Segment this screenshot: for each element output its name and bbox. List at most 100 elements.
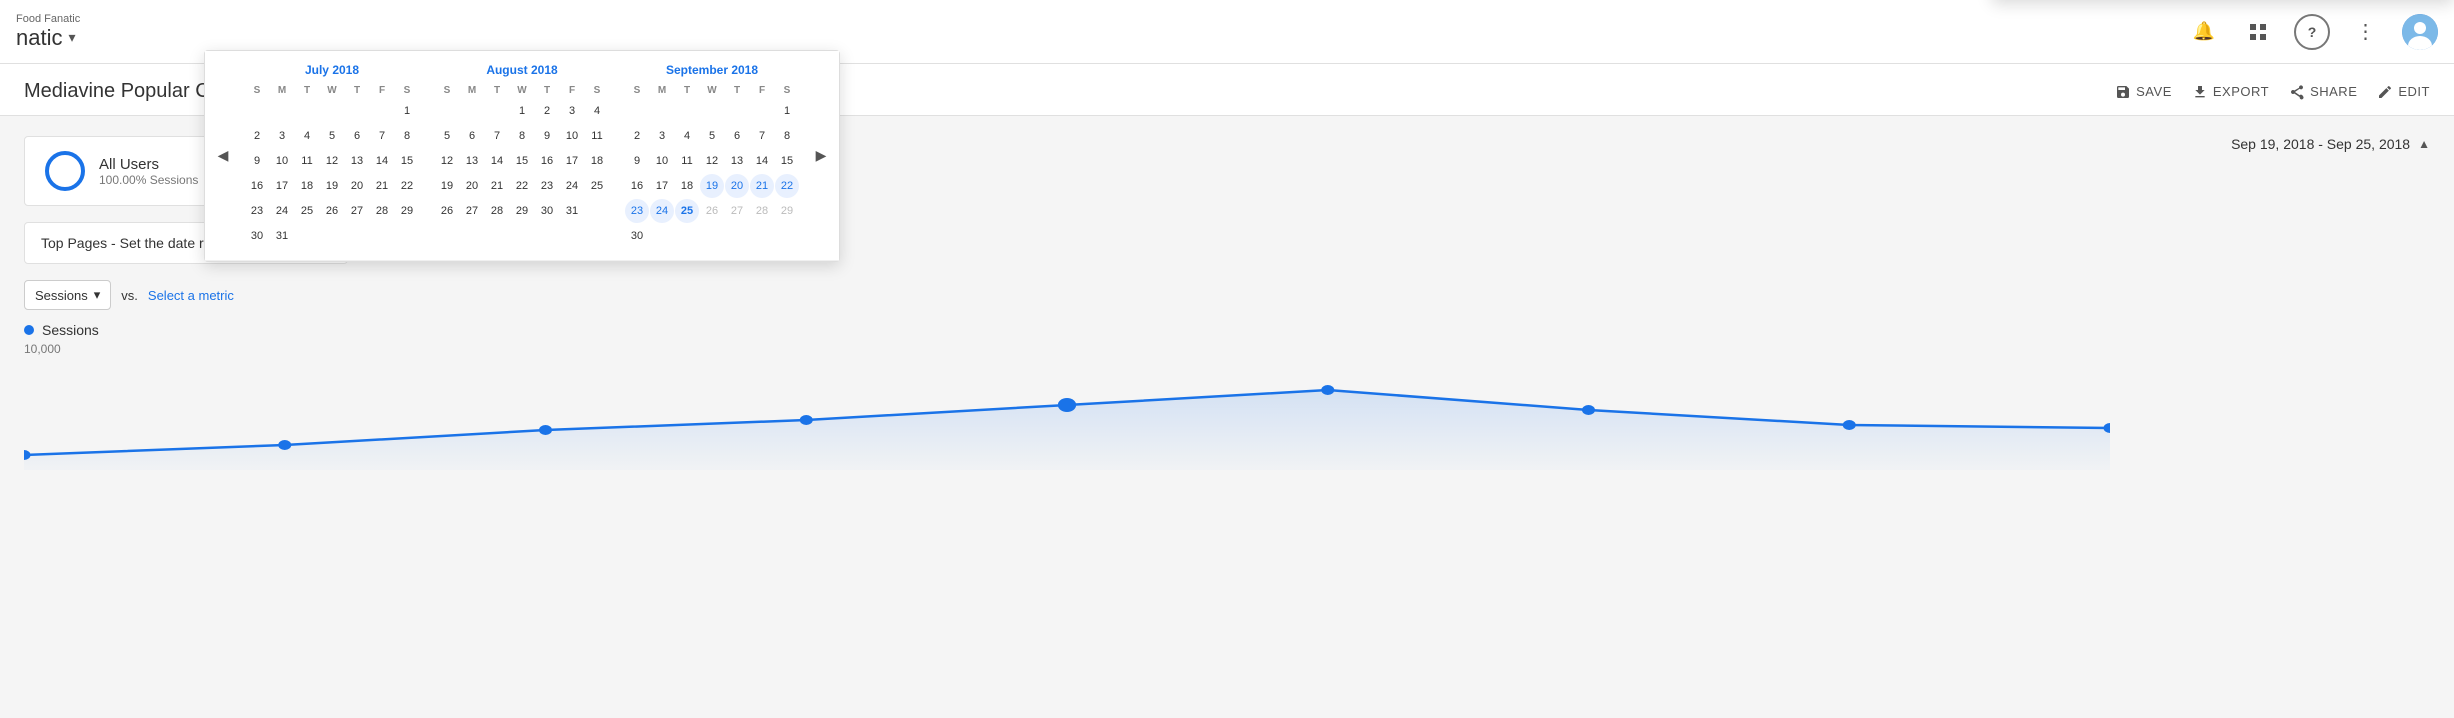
title-dropdown-arrow[interactable]: ▾ [68,29,75,46]
cal-day[interactable]: 12 [700,149,724,173]
cal-day[interactable]: 6 [460,124,484,148]
cal-day[interactable]: 14 [485,149,509,173]
cal-day[interactable]: 15 [510,149,534,173]
cal-day[interactable]: 27 [460,199,484,223]
bell-icon[interactable]: 🔔 [2186,14,2222,50]
cal-day[interactable]: 9 [245,149,269,173]
cal-day[interactable]: 8 [775,124,799,148]
cal-day[interactable]: 2 [535,99,559,123]
cal-day[interactable]: 24 [560,174,584,198]
cal-day[interactable]: 17 [650,174,674,198]
cal-day[interactable]: 10 [560,124,584,148]
cal-day[interactable]: 1 [510,99,534,123]
cal-day[interactable]: 10 [650,149,674,173]
calendar-prev-button[interactable]: ◀ [209,142,237,170]
cal-day[interactable]: 28 [485,199,509,223]
more-icon[interactable]: ⋮ [2348,14,2384,50]
cal-day[interactable]: 14 [370,149,394,173]
cal-day[interactable]: 17 [270,174,294,198]
cal-day[interactable]: 9 [625,149,649,173]
cal-day[interactable]: 18 [675,174,699,198]
cal-day[interactable]: 22 [775,174,799,198]
cal-day[interactable]: 27 [345,199,369,223]
cal-day[interactable]: 11 [675,149,699,173]
cal-day[interactable]: 31 [560,199,584,223]
cal-day[interactable]: 21 [370,174,394,198]
calendar-next-button[interactable]: ▶ [807,142,835,170]
cal-day[interactable]: 6 [725,124,749,148]
cal-day[interactable]: 3 [650,124,674,148]
share-button[interactable]: SHARE [2289,84,2357,100]
cal-day[interactable]: 19 [320,174,344,198]
cal-day[interactable]: 4 [295,124,319,148]
cal-day[interactable]: 23 [535,174,559,198]
cal-day[interactable]: 22 [510,174,534,198]
metric-select[interactable]: Sessions ▾ [24,280,111,310]
cal-day[interactable]: 25 [675,199,699,223]
cal-day[interactable]: 10 [270,149,294,173]
cal-day[interactable]: 29 [510,199,534,223]
cal-day[interactable]: 23 [245,199,269,223]
cal-day[interactable]: 30 [625,224,649,248]
cal-day[interactable]: 9 [535,124,559,148]
cal-day[interactable]: 17 [560,149,584,173]
date-range-display[interactable]: Sep 19, 2018 - Sep 25, 2018 ▲ [2231,136,2430,152]
cal-day[interactable]: 26 [320,199,344,223]
cal-day[interactable]: 2 [245,124,269,148]
cal-day[interactable]: 23 [625,199,649,223]
cal-day[interactable]: 6 [345,124,369,148]
cal-day[interactable]: 24 [270,199,294,223]
cal-day[interactable]: 11 [295,149,319,173]
cal-day[interactable]: 16 [535,149,559,173]
edit-button[interactable]: EDIT [2377,84,2430,100]
cal-day[interactable]: 13 [460,149,484,173]
cal-day[interactable]: 25 [295,199,319,223]
cal-day[interactable]: 24 [650,199,674,223]
cal-day[interactable]: 22 [395,174,419,198]
cal-day[interactable]: 31 [270,224,294,248]
cal-day[interactable]: 11 [585,124,609,148]
cal-day[interactable]: 5 [700,124,724,148]
grid-icon[interactable] [2240,14,2276,50]
cal-day[interactable]: 18 [295,174,319,198]
cal-day[interactable]: 14 [750,149,774,173]
cal-day[interactable]: 12 [320,149,344,173]
cal-day[interactable]: 12 [435,149,459,173]
date-range-toggle[interactable]: ▲ [2418,137,2430,151]
cal-day[interactable]: 30 [535,199,559,223]
cal-day[interactable]: 20 [725,174,749,198]
avatar[interactable] [2402,14,2438,50]
cal-day[interactable]: 3 [560,99,584,123]
select-metric-link[interactable]: Select a metric [148,288,234,303]
cal-day[interactable]: 20 [460,174,484,198]
cal-day[interactable]: 13 [725,149,749,173]
cal-day[interactable]: 7 [750,124,774,148]
cal-day[interactable]: 5 [320,124,344,148]
cal-day[interactable]: 20 [345,174,369,198]
cal-day[interactable]: 13 [345,149,369,173]
cal-day[interactable]: 7 [370,124,394,148]
cal-day[interactable]: 28 [370,199,394,223]
cal-day[interactable]: 1 [395,99,419,123]
help-icon[interactable]: ? [2294,14,2330,50]
cal-day[interactable]: 3 [270,124,294,148]
cal-day[interactable]: 26 [435,199,459,223]
cal-day[interactable]: 19 [435,174,459,198]
cal-day[interactable]: 19 [700,174,724,198]
cal-day[interactable]: 2 [625,124,649,148]
cal-day[interactable]: 1 [775,99,799,123]
save-button[interactable]: SAVE [2115,84,2172,100]
cal-day[interactable]: 16 [245,174,269,198]
cal-day[interactable]: 30 [245,224,269,248]
cal-day[interactable]: 8 [395,124,419,148]
cal-day[interactable]: 4 [585,99,609,123]
cal-day[interactable]: 7 [485,124,509,148]
cal-day[interactable]: 5 [435,124,459,148]
cal-day[interactable]: 29 [395,199,419,223]
cal-day[interactable]: 16 [625,174,649,198]
cal-day[interactable]: 15 [775,149,799,173]
cal-day[interactable]: 15 [395,149,419,173]
cal-day[interactable]: 21 [485,174,509,198]
cal-day[interactable]: 25 [585,174,609,198]
cal-day[interactable]: 8 [510,124,534,148]
